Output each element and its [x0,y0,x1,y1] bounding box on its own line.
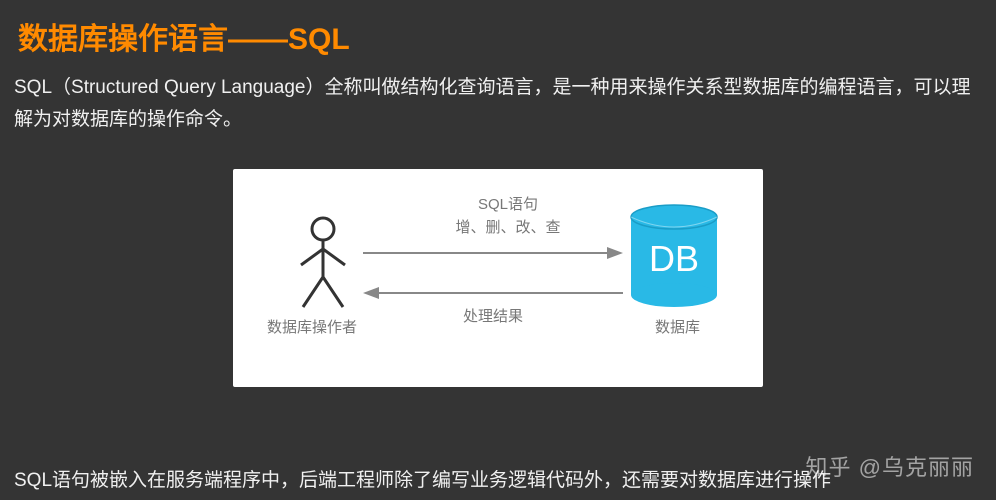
bottom-paragraph: SQL语句被嵌入在服务端程序中，后端工程师除了编写业务逻辑代码外，还需要对数据库… [14,465,831,492]
watermark: 知乎 @乌克丽丽 [806,450,974,482]
svg-text:DB: DB [649,238,699,279]
arrow-left-icon [363,285,623,301]
page-title: 数据库操作语言——SQL [0,0,996,68]
arrow-right-icon [363,245,623,261]
diagram-container: 数据库操作者 SQL语句 增、删、改、查 处理结果 [0,169,996,387]
intro-paragraph: SQL（Structured Query Language）全称叫做结构化查询语… [0,68,996,137]
sql-line2: 增、删、改、查 [423,216,593,239]
database-label: 数据库 [655,316,700,337]
result-label: 处理结果 [463,305,523,326]
sql-statement-label: SQL语句 增、删、改、查 [423,193,593,240]
database-icon: DB [629,203,719,308]
sql-diagram: 数据库操作者 SQL语句 增、删、改、查 处理结果 [233,169,763,387]
sql-line1: SQL语句 [423,193,593,216]
operator-label: 数据库操作者 [267,316,357,337]
person-icon [293,215,353,310]
